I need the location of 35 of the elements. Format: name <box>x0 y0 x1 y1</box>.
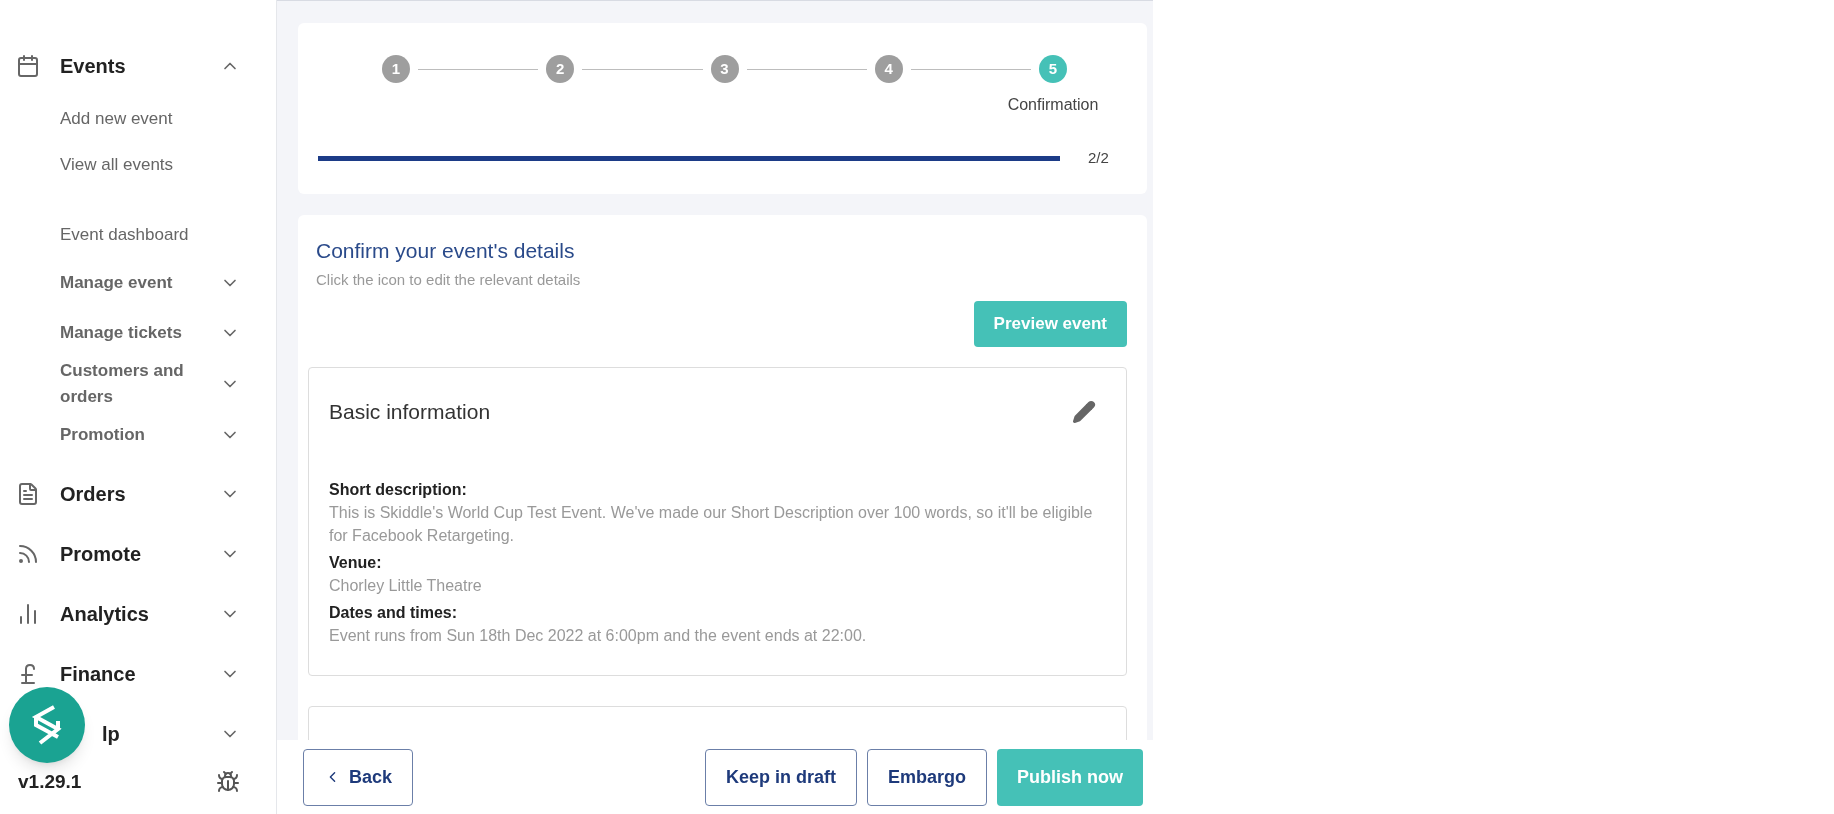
nav-subitem[interactable]: Customers and orders <box>60 358 240 410</box>
field-label: Venue: <box>329 552 383 573</box>
nav-subitem[interactable]: Event dashboard <box>60 212 240 258</box>
nav-item[interactable]: Analytics <box>60 603 149 625</box>
confirm-subtitle: Click the icon to edit the relevant details <box>315 269 582 290</box>
nav-item[interactable]: Events <box>60 55 126 77</box>
nav-subitem[interactable]: Manage event <box>60 258 240 308</box>
step-label: Confirmation <box>1007 95 1099 115</box>
bug-icon[interactable] <box>216 770 240 795</box>
nav-item[interactable]: lp <box>102 723 120 745</box>
nav-subitem[interactable]: Promotion <box>60 410 240 460</box>
version-label: v1.29.1 <box>18 770 83 794</box>
document-icon <box>16 482 40 506</box>
nav-item[interactable]: Promote <box>60 543 142 565</box>
nav-subitem[interactable]: Manage tickets <box>60 308 240 358</box>
logo-button[interactable] <box>9 687 85 763</box>
nav-item[interactable]: Finance <box>60 663 136 685</box>
footer-button[interactable]: Embargo <box>867 748 987 806</box>
field-label: Short description: <box>329 479 468 500</box>
progress-reading: 2/2 <box>1088 148 1109 168</box>
nav-subitem[interactable]: Add new event <box>60 96 240 142</box>
pencil-icon[interactable] <box>1072 399 1096 424</box>
field-value: Chorley Little Theatre <box>329 575 483 596</box>
calendar-icon <box>16 54 40 78</box>
field-value: Event runs from Sun 18th Dec 2022 at 6:00pm and the event ends at 22:00. <box>329 625 868 646</box>
feed-icon <box>16 542 40 566</box>
field-label: Dates and times: <box>329 602 459 623</box>
back-button[interactable]: Back <box>303 748 413 806</box>
field-value: This is Skiddle's World Cup Test Event. We've made our Short Description over 100 words, so it'll be eligible for Facebook Retargeting. <box>329 502 1094 546</box>
footer-button[interactable]: Keep in draft <box>704 748 857 806</box>
logo-icon <box>30 705 64 745</box>
nav-item[interactable]: Orders <box>60 483 126 505</box>
section-title: Basic information <box>329 399 491 425</box>
confirm-title: Confirm your event's details <box>315 238 576 264</box>
nav-subitem[interactable]: View all events <box>60 142 240 188</box>
